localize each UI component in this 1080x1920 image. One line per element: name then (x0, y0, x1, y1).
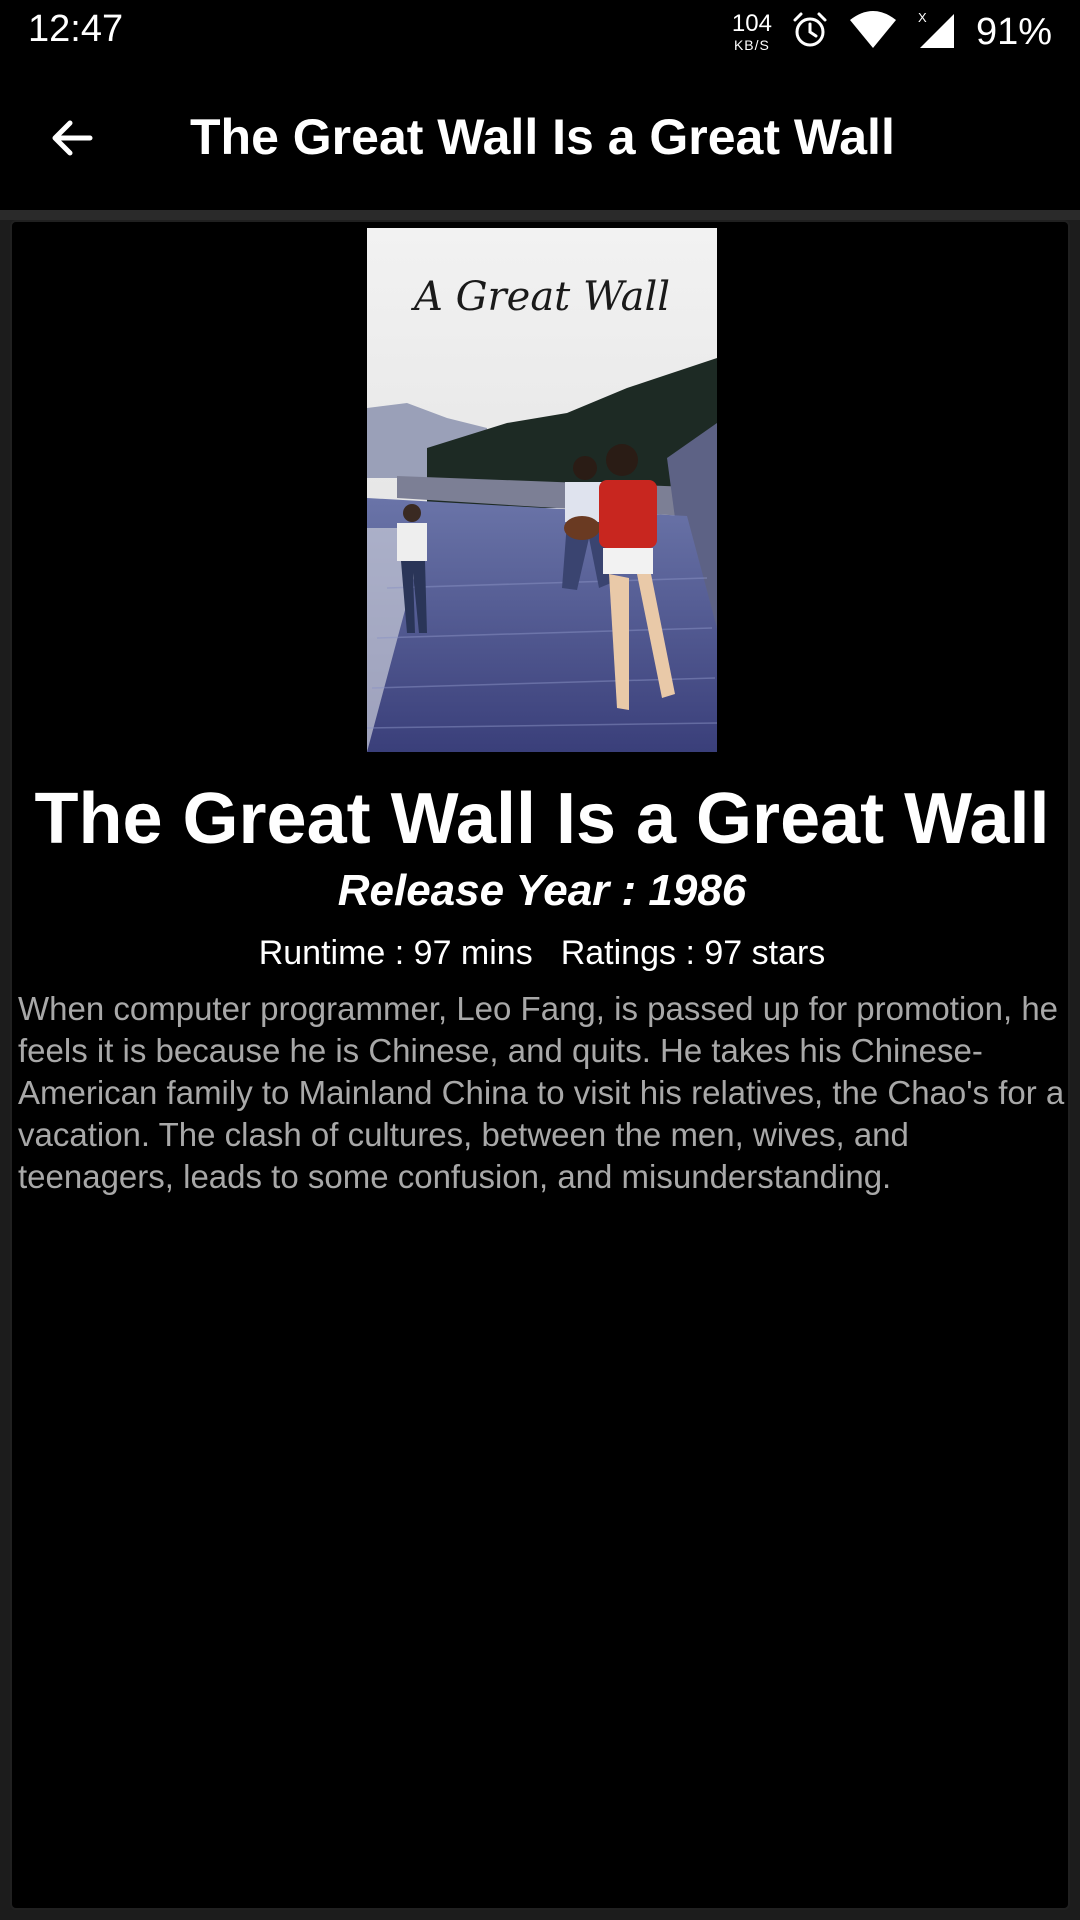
back-button[interactable] (36, 104, 108, 176)
alarm-icon (790, 10, 830, 55)
movie-overview: When computer programmer, Leo Fang, is p… (18, 990, 1065, 1195)
app-bar-title: The Great Wall Is a Great Wall (190, 109, 895, 165)
movie-title: The Great Wall Is a Great Wall (34, 779, 1050, 859)
release-year: Release Year : 1986 (337, 866, 747, 915)
status-icons: 104 KB/S X 91% (732, 6, 1052, 58)
arrow-back-icon (48, 114, 96, 167)
ratings: Ratings : 97 stars (560, 934, 826, 972)
movie-poster: A Great Wall (367, 228, 717, 752)
movie-meta: Runtime : 97 mins Ratings : 97 stars (12, 934, 1072, 973)
movie-detail-card: A Great Wall The Great Wall Is a Great W… (10, 220, 1070, 1910)
battery-percent: 91% (975, 10, 1052, 53)
app-bar-divider (0, 210, 1080, 220)
poster-title-text: A Great Wall (410, 274, 670, 320)
network-speed: 104 KB/S (731, 10, 772, 53)
runtime: Runtime : 97 mins (258, 934, 533, 972)
status-time: 12:47 (28, 8, 124, 50)
network-speed-value: 104 (731, 10, 772, 37)
network-speed-unit: KB/S (733, 37, 770, 53)
cell-signal-icon: X (916, 10, 958, 55)
wifi-icon (848, 10, 898, 55)
app-bar: The Great Wall Is a Great Wall (0, 64, 1080, 210)
status-bar: 12:47 104 KB/S X 91% (0, 0, 1080, 64)
svg-text:X: X (918, 10, 927, 25)
